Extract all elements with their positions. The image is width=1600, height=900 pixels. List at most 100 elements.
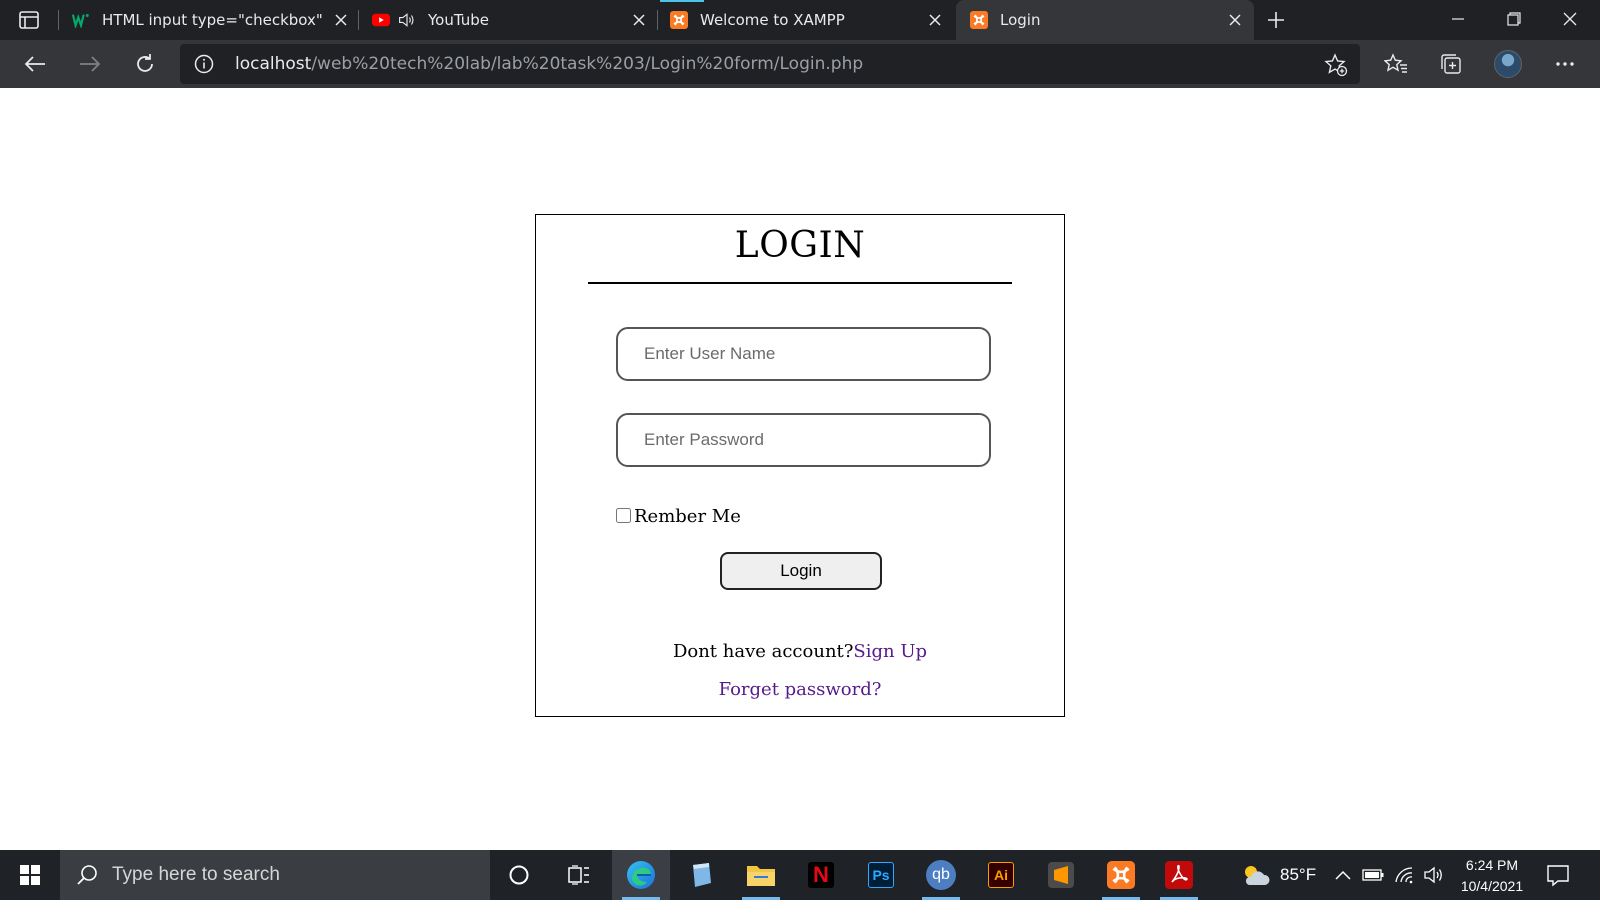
- address-bar[interactable]: localhost/web%20tech%20lab/lab%20task%20…: [180, 44, 1360, 84]
- tab-actions-icon: [19, 11, 39, 29]
- battery-icon: [1362, 869, 1384, 881]
- taskbar-photoshop[interactable]: Ps: [852, 850, 910, 900]
- xampp-icon: [670, 11, 688, 29]
- clock-time: 6:24 PM: [1465, 857, 1519, 873]
- tab-close-icon[interactable]: [332, 11, 350, 29]
- taskbar-acrobat[interactable]: [1150, 850, 1208, 900]
- refresh-icon: [137, 54, 153, 72]
- notification-center-icon[interactable]: [1545, 862, 1571, 888]
- volume-indicator[interactable]: [1423, 850, 1445, 900]
- tab-title: YouTube: [428, 11, 489, 29]
- tab-title: Welcome to XAMPP: [700, 11, 845, 29]
- weather-temperature: 85°F: [1280, 865, 1317, 884]
- speaker-icon[interactable]: [398, 11, 416, 29]
- minimize-icon: [1452, 18, 1464, 20]
- tab-close-icon[interactable]: [926, 11, 944, 29]
- minimize-button[interactable]: [1430, 0, 1486, 38]
- new-tab-button[interactable]: [1262, 6, 1290, 34]
- file-explorer-icon: [747, 866, 775, 886]
- tab-close-icon[interactable]: [630, 11, 648, 29]
- tab-close-icon[interactable]: [1226, 11, 1244, 29]
- clock-date: 10/4/2021: [1460, 878, 1524, 894]
- tab-separator: [58, 10, 59, 30]
- login-title: LOGIN: [734, 225, 866, 266]
- tab-actions-button[interactable]: [14, 8, 44, 32]
- plus-icon: [1268, 12, 1284, 28]
- tab-separator: [358, 10, 359, 30]
- task-view-button[interactable]: [550, 850, 608, 900]
- system-clock[interactable]: 6:24 PM 10/4/2021: [1452, 855, 1532, 897]
- illustrator-icon: Ai: [988, 862, 1014, 888]
- favorites-icon: [1384, 53, 1407, 73]
- qbittorrent-icon: qb: [926, 860, 956, 890]
- page-content: LOGIN Rember Me Login Dont have account?…: [0, 88, 1600, 850]
- login-form: LOGIN Rember Me Login Dont have account?…: [535, 214, 1065, 717]
- add-favorite-icon[interactable]: [1324, 53, 1348, 77]
- profile-avatar[interactable]: [1494, 50, 1522, 78]
- url-text[interactable]: localhost/web%20tech%20lab/lab%20task%20…: [235, 54, 863, 74]
- notepad-icon: [693, 863, 711, 887]
- close-window-button[interactable]: [1542, 0, 1598, 38]
- cortana-button[interactable]: [490, 850, 548, 900]
- photoshop-icon: Ps: [868, 862, 894, 888]
- back-button[interactable]: [20, 49, 50, 79]
- taskbar-illustrator[interactable]: Ai: [972, 850, 1030, 900]
- tab-title: Login: [1000, 11, 1041, 29]
- remember-me-label: Rember Me: [634, 506, 741, 527]
- back-arrow-icon: [24, 56, 45, 72]
- sublime-text-icon: [1048, 862, 1074, 888]
- windows-icon: [20, 865, 40, 885]
- speaker-icon: [1424, 866, 1442, 884]
- taskbar: Type here to search N Ps qb Ai 85°F 6:24…: [0, 850, 1600, 900]
- signup-link[interactable]: Sign Up: [853, 641, 927, 662]
- collections-button[interactable]: [1436, 49, 1466, 79]
- search-icon: [77, 865, 97, 885]
- restore-button[interactable]: [1486, 0, 1542, 38]
- browser-toolbar: localhost/web%20tech%20lab/lab%20task%20…: [0, 40, 1600, 88]
- taskbar-file-explorer[interactable]: [732, 850, 790, 900]
- taskbar-sublime[interactable]: [1032, 850, 1090, 900]
- taskbar-edge[interactable]: [612, 850, 670, 900]
- url-path: /web%20tech%20lab/lab%20task%203/Login%2…: [311, 54, 864, 74]
- edge-icon: [627, 861, 655, 889]
- tab-welcome-xampp[interactable]: Welcome to XAMPP: [670, 0, 954, 40]
- xampp-icon: [970, 11, 988, 29]
- favorites-button[interactable]: [1381, 49, 1411, 79]
- taskbar-xampp[interactable]: [1092, 850, 1150, 900]
- login-button[interactable]: Login: [720, 552, 882, 590]
- forward-button[interactable]: [75, 49, 105, 79]
- cortana-icon: [509, 865, 529, 885]
- password-input[interactable]: [616, 413, 991, 467]
- site-info-icon[interactable]: [194, 54, 214, 74]
- username-input[interactable]: [616, 327, 991, 381]
- start-button[interactable]: [0, 850, 60, 900]
- remember-me[interactable]: Rember Me: [616, 506, 741, 527]
- more-icon: [1556, 62, 1574, 66]
- title-divider: [588, 282, 1012, 284]
- search-placeholder: Type here to search: [112, 864, 280, 885]
- collections-icon: [1441, 54, 1461, 74]
- tab-youtube[interactable]: YouTube: [372, 0, 658, 40]
- weather-cloud-sun-icon: [1245, 866, 1270, 885]
- task-view-icon: [568, 865, 589, 885]
- xampp-icon: [1107, 861, 1135, 889]
- remember-me-checkbox[interactable]: [616, 507, 631, 523]
- settings-menu-button[interactable]: [1550, 49, 1580, 79]
- forward-arrow-icon: [80, 56, 101, 72]
- tab-strip: HTML input type="checkbox" YouTube Welco…: [0, 0, 1600, 40]
- w3schools-icon: [72, 11, 90, 29]
- signup-prompt: Dont have account?Sign Up: [536, 641, 1064, 662]
- forget-password-link[interactable]: Forget password?: [719, 679, 882, 700]
- tab-login[interactable]: Login: [956, 0, 1254, 40]
- refresh-button[interactable]: [130, 49, 160, 79]
- show-hidden-icons[interactable]: [1335, 850, 1351, 900]
- netflix-icon: N: [808, 862, 834, 888]
- taskbar-netflix[interactable]: N: [792, 850, 850, 900]
- taskbar-notepad[interactable]: [672, 850, 730, 900]
- battery-indicator[interactable]: [1362, 850, 1384, 900]
- network-indicator[interactable]: [1394, 850, 1414, 900]
- taskbar-qbittorrent[interactable]: qb: [912, 850, 970, 900]
- taskbar-search[interactable]: Type here to search: [60, 850, 490, 900]
- tab-w3schools[interactable]: HTML input type="checkbox": [72, 0, 360, 40]
- weather-widget[interactable]: 85°F: [1240, 850, 1316, 900]
